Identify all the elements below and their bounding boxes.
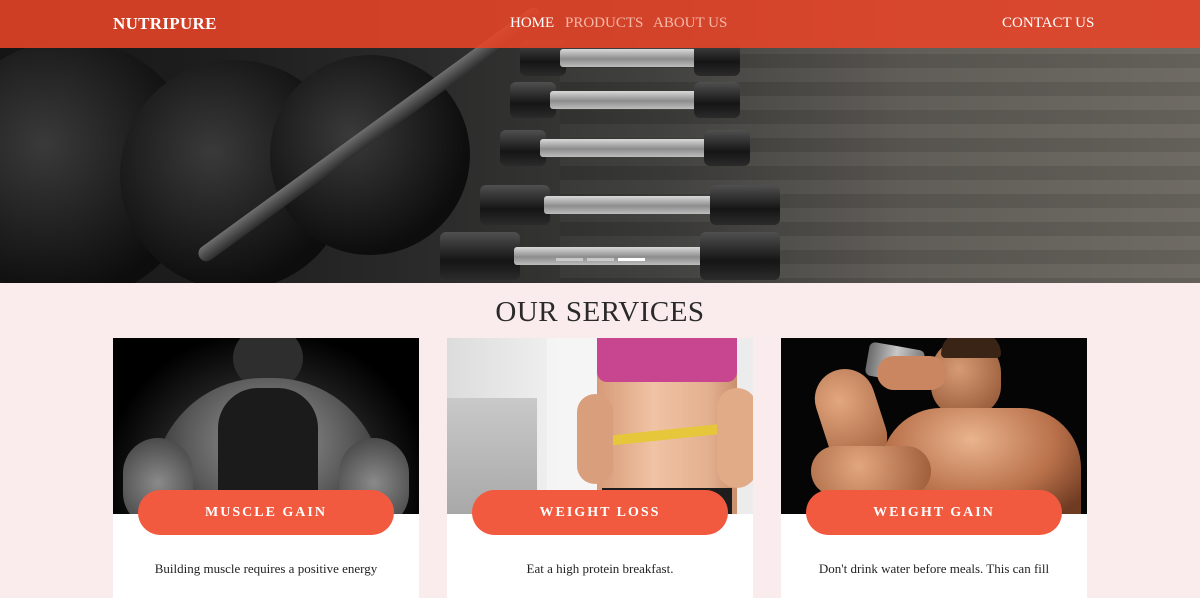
dumbbell: [510, 82, 740, 118]
weight-loss-description: Eat a high protein breakfast.: [526, 561, 674, 576]
hero-carousel[interactable]: NUTRIPURE HOME PRODUCTS ABOUT US CONTACT…: [0, 0, 1200, 283]
nav-link-about-us[interactable]: ABOUT US: [653, 15, 727, 32]
dumbbell: [440, 232, 780, 280]
service-card-weight-gain: WEIGHT GAIN Don't drink water before mea…: [781, 338, 1087, 598]
muscle-gain-image: [113, 338, 419, 514]
brand-logo[interactable]: NUTRIPURE: [113, 14, 217, 34]
dumbbell: [500, 130, 750, 166]
weight-gain-image: [781, 338, 1087, 514]
carousel-indicator-3[interactable]: [618, 258, 645, 261]
weight-gain-button[interactable]: WEIGHT GAIN: [806, 490, 1062, 535]
carousel-indicator-1[interactable]: [556, 258, 583, 261]
services-title: OUR SERVICES: [495, 296, 705, 328]
nav-link-home[interactable]: HOME: [510, 15, 554, 32]
nav-link-contact-us[interactable]: CONTACT US: [1002, 15, 1094, 32]
navbar: NUTRIPURE HOME PRODUCTS ABOUT US CONTACT…: [0, 0, 1200, 48]
weight-loss-image: [447, 338, 753, 514]
service-card-muscle-gain: MUSCLE GAIN Building muscle requires a p…: [113, 338, 419, 598]
service-card-weight-loss: WEIGHT LOSS Eat a high protein breakfast…: [447, 338, 753, 598]
dumbbell: [480, 185, 780, 225]
muscle-gain-button[interactable]: MUSCLE GAIN: [138, 490, 394, 535]
weight-gain-description: Don't drink water before meals. This can…: [818, 561, 1050, 576]
nav-link-products[interactable]: PRODUCTS: [565, 15, 643, 32]
muscle-gain-description: Building muscle requires a positive ener…: [154, 561, 378, 576]
weight-loss-button[interactable]: WEIGHT LOSS: [472, 490, 728, 535]
carousel-indicator-2[interactable]: [587, 258, 614, 261]
